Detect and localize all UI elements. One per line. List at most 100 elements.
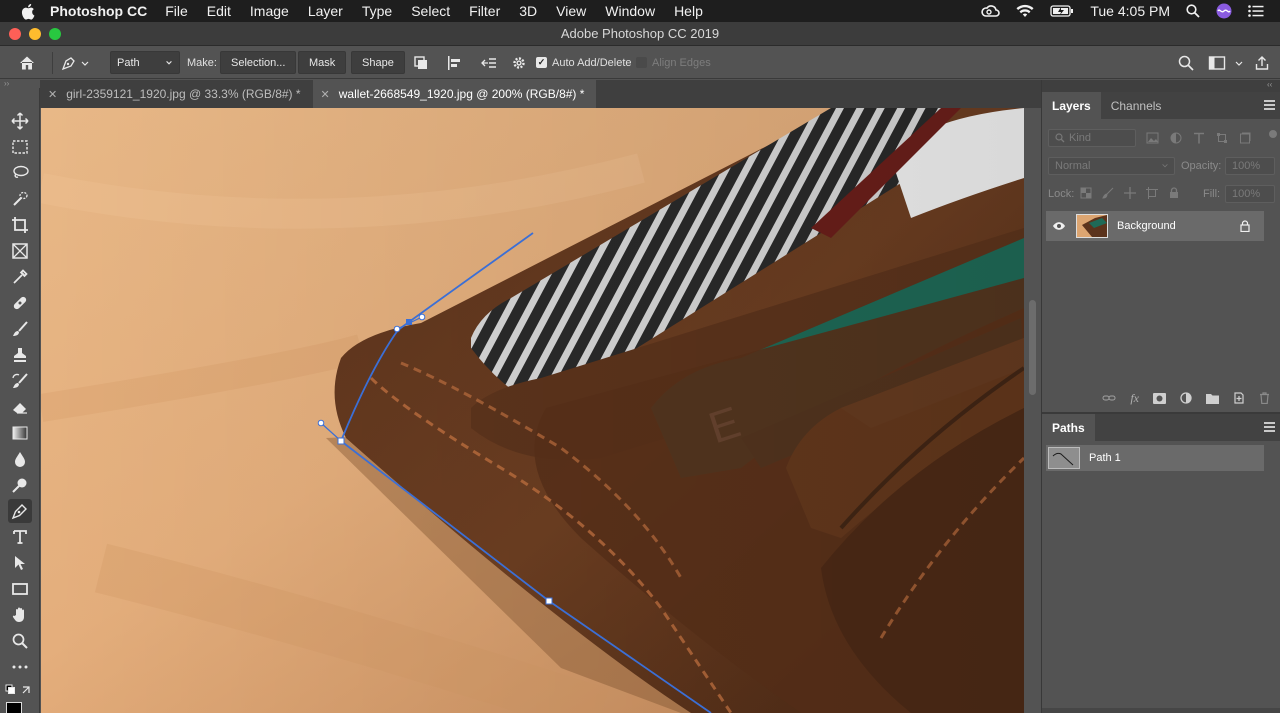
fx-icon[interactable]: fx: [1130, 391, 1139, 406]
make-selection-button[interactable]: Selection...: [220, 51, 297, 74]
dodge-tool[interactable]: [8, 473, 32, 497]
blend-mode-select[interactable]: Normal: [1048, 157, 1175, 175]
close-tab-icon[interactable]: ✕: [48, 88, 57, 101]
auto-add-delete-checkbox[interactable]: ✓ Auto Add/Delete: [536, 51, 632, 74]
panel-menu-icon[interactable]: [1264, 100, 1275, 110]
pen-tool[interactable]: [8, 499, 32, 523]
quick-selection-tool[interactable]: [8, 187, 32, 211]
layer-row-background[interactable]: Background: [1046, 211, 1264, 241]
filter-pixel-icon[interactable]: [1146, 132, 1159, 144]
edit-toolbar-button[interactable]: [8, 655, 32, 679]
zoom-window-button[interactable]: [49, 28, 61, 40]
crop-tool[interactable]: [8, 213, 32, 237]
move-tool[interactable]: [8, 109, 32, 133]
lasso-tool[interactable]: [8, 161, 32, 185]
eraser-tool[interactable]: [8, 395, 32, 419]
make-shape-button[interactable]: Shape: [351, 51, 405, 74]
blur-tool[interactable]: [8, 447, 32, 471]
scrollbar-thumb[interactable]: [1029, 300, 1036, 395]
filter-smart-object-icon[interactable]: [1239, 132, 1251, 144]
eye-icon[interactable]: [1052, 221, 1066, 231]
lock-all-icon[interactable]: [1168, 187, 1180, 199]
menu-select[interactable]: Select: [411, 3, 450, 19]
hand-tool[interactable]: [8, 603, 32, 627]
path-arrangement-icon[interactable]: [478, 51, 498, 74]
clone-stamp-tool[interactable]: [8, 343, 32, 367]
vertical-scrollbar[interactable]: [1024, 108, 1041, 713]
eyedropper-tool[interactable]: [8, 265, 32, 289]
apple-icon[interactable]: [18, 2, 36, 20]
zoom-tool[interactable]: [8, 629, 32, 653]
spotlight-search-icon[interactable]: [1186, 4, 1200, 18]
home-icon[interactable]: [18, 51, 36, 74]
type-tool[interactable]: [8, 525, 32, 549]
lock-pixels-icon[interactable]: [1102, 187, 1114, 199]
lock-transparent-icon[interactable]: [1080, 187, 1092, 199]
menu-file[interactable]: File: [165, 3, 188, 19]
gear-icon[interactable]: [511, 51, 527, 74]
lock-position-icon[interactable]: [1124, 187, 1136, 199]
foreground-color-swatch[interactable]: [6, 702, 22, 713]
menu-layer[interactable]: Layer: [308, 3, 343, 19]
healing-brush-tool[interactable]: [8, 291, 32, 315]
collapse-panels-icon[interactable]: ‹‹: [1042, 80, 1280, 92]
menu-filter[interactable]: Filter: [469, 3, 500, 19]
gradient-tool[interactable]: [8, 421, 32, 445]
filter-toggle-icon[interactable]: [1269, 130, 1277, 138]
opacity-field[interactable]: 100%: [1225, 157, 1275, 175]
tool-preset-picker[interactable]: [60, 51, 90, 74]
tab-wallet-document[interactable]: ✕ wallet-2668549_1920.jpg @ 200% (RGB/8#…: [312, 80, 597, 108]
menu-edit[interactable]: Edit: [207, 3, 231, 19]
path-selection-tool[interactable]: [8, 551, 32, 575]
wifi-icon[interactable]: [1016, 4, 1034, 18]
menu-3d[interactable]: 3D: [519, 3, 537, 19]
layer-filter-kind[interactable]: Kind: [1048, 129, 1136, 147]
app-name-menu[interactable]: Photoshop CC: [50, 3, 147, 19]
minimize-window-button[interactable]: [29, 28, 41, 40]
frame-tool[interactable]: [8, 239, 32, 263]
path-operations-icon[interactable]: [412, 51, 430, 74]
menu-type[interactable]: Type: [362, 3, 392, 19]
color-swap-controls[interactable]: [5, 684, 35, 698]
rectangle-tool[interactable]: [8, 577, 32, 601]
filter-adjustment-icon[interactable]: [1170, 132, 1182, 144]
tab-layers[interactable]: Layers: [1042, 92, 1101, 119]
menu-window[interactable]: Window: [605, 3, 655, 19]
panel-menu-icon[interactable]: [1264, 422, 1275, 432]
path-alignment-icon[interactable]: [445, 51, 463, 74]
tab-girl-document[interactable]: ✕ girl-2359121_1920.jpg @ 33.3% (RGB/8#)…: [40, 80, 313, 108]
tab-channels[interactable]: Channels: [1101, 92, 1172, 119]
menu-image[interactable]: Image: [250, 3, 289, 19]
menu-view[interactable]: View: [556, 3, 586, 19]
fill-field[interactable]: 100%: [1225, 185, 1275, 203]
lock-artboard-icon[interactable]: [1146, 187, 1158, 199]
battery-icon[interactable]: [1050, 5, 1074, 17]
link-layers-icon[interactable]: [1102, 393, 1116, 403]
creative-cloud-icon[interactable]: [980, 4, 1001, 18]
siri-icon[interactable]: [1216, 3, 1232, 19]
delete-layer-icon[interactable]: [1259, 392, 1270, 404]
history-brush-tool[interactable]: [8, 369, 32, 393]
notification-center-icon[interactable]: [1248, 5, 1264, 17]
filter-type-icon[interactable]: [1193, 132, 1205, 144]
path-row-path-1[interactable]: Path 1: [1046, 445, 1264, 471]
filter-shape-icon[interactable]: [1216, 132, 1228, 144]
workspace-switcher[interactable]: [1208, 51, 1244, 74]
tool-mode-select[interactable]: Path: [110, 51, 180, 74]
document-canvas[interactable]: E: [41, 108, 1024, 713]
align-edges-checkbox[interactable]: Align Edges: [636, 51, 711, 74]
share-icon[interactable]: [1254, 51, 1270, 74]
new-layer-icon[interactable]: [1233, 392, 1245, 404]
marquee-tool[interactable]: [8, 135, 32, 159]
brush-tool[interactable]: [8, 317, 32, 341]
close-window-button[interactable]: [9, 28, 21, 40]
adjustment-layer-icon[interactable]: [1180, 392, 1192, 404]
collapse-toolbar-icon[interactable]: ››: [0, 80, 40, 88]
menubar-clock[interactable]: Tue 4:05 PM: [1090, 3, 1170, 19]
tab-paths[interactable]: Paths: [1042, 414, 1095, 441]
make-mask-button[interactable]: Mask: [298, 51, 347, 74]
add-mask-icon[interactable]: [1153, 392, 1166, 404]
menu-help[interactable]: Help: [674, 3, 703, 19]
new-group-icon[interactable]: [1206, 393, 1219, 404]
search-icon[interactable]: [1178, 51, 1194, 74]
